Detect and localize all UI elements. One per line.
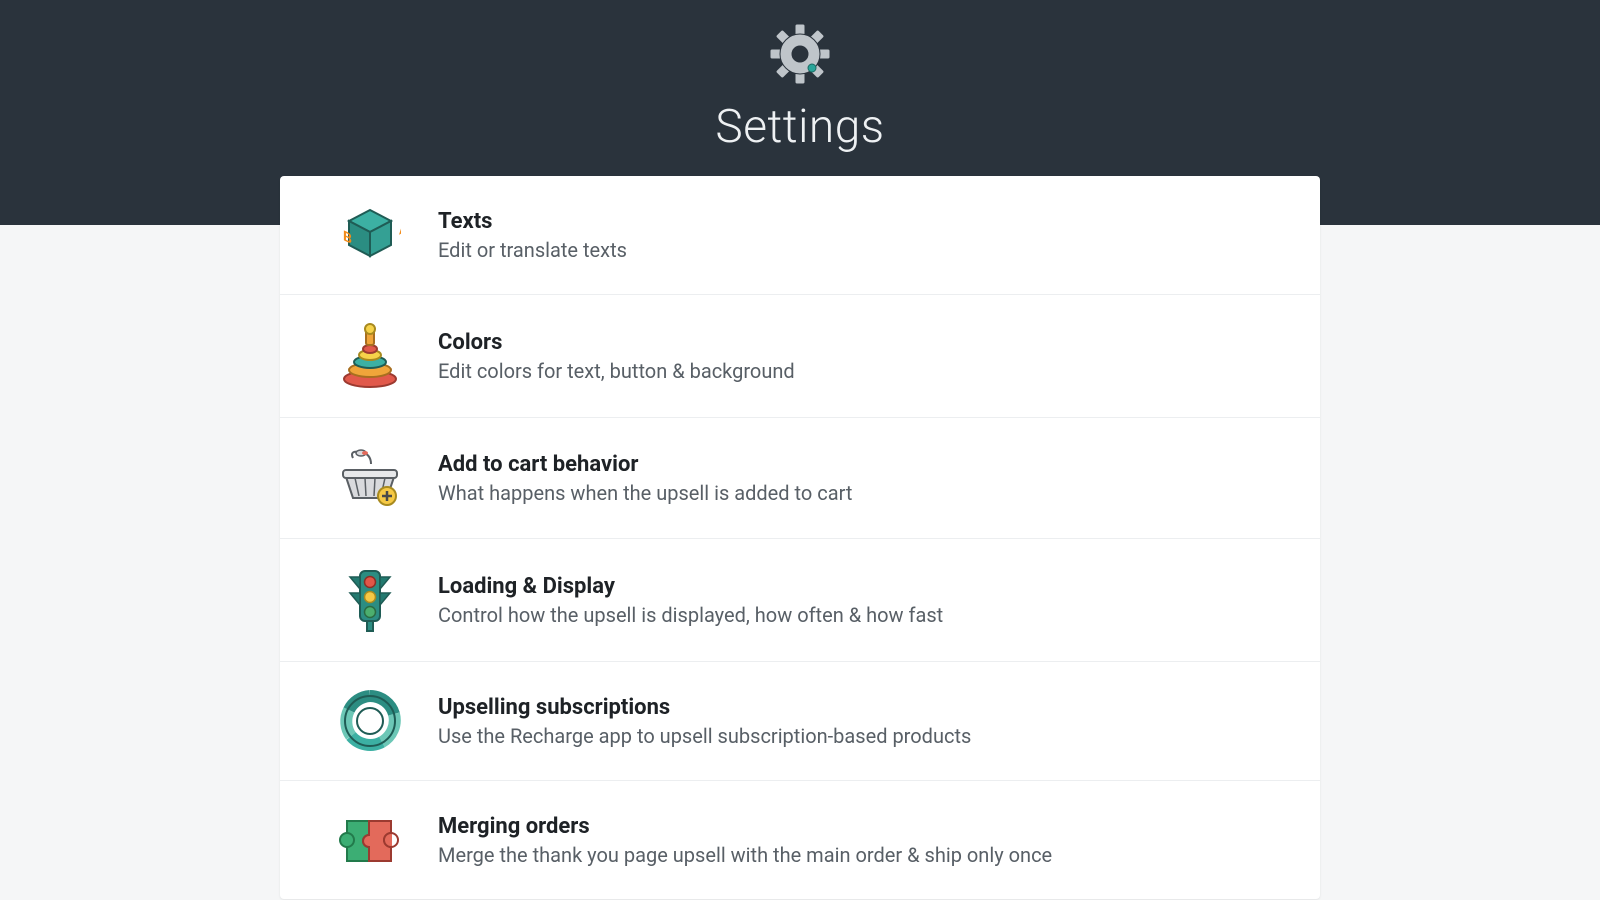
- item-desc: Edit colors for text, button & backgroun…: [438, 359, 1290, 383]
- item-title: Colors: [438, 330, 1290, 355]
- gear-icon: [768, 22, 832, 86]
- settings-item-text: Add to cart behavior What happens when t…: [430, 452, 1290, 505]
- settings-item-add-to-cart[interactable]: Add to cart behavior What happens when t…: [280, 418, 1320, 539]
- settings-item-texts[interactable]: B A Texts Edit or translate texts: [280, 176, 1320, 295]
- traffic-light-icon: [310, 567, 430, 633]
- item-title: Loading & Display: [438, 574, 1290, 599]
- svg-text:A: A: [399, 217, 401, 239]
- cycle-icon: [310, 690, 430, 752]
- settings-list: B A Texts Edit or translate texts Colors…: [280, 176, 1320, 899]
- item-desc: Control how the upsell is displayed, how…: [438, 603, 1290, 627]
- item-desc: What happens when the upsell is added to…: [438, 481, 1290, 505]
- item-title: Add to cart behavior: [438, 452, 1290, 477]
- settings-item-merging-orders[interactable]: Merging orders Merge the thank you page …: [280, 781, 1320, 899]
- settings-item-text: Colors Edit colors for text, button & ba…: [430, 330, 1290, 383]
- item-title: Texts: [438, 209, 1290, 234]
- settings-item-text: Upselling subscriptions Use the Recharge…: [430, 695, 1290, 748]
- settings-item-subscriptions[interactable]: Upselling subscriptions Use the Recharge…: [280, 662, 1320, 781]
- page-title: Settings: [715, 100, 884, 154]
- item-title: Upselling subscriptions: [438, 695, 1290, 720]
- settings-item-text: Merging orders Merge the thank you page …: [430, 814, 1290, 867]
- settings-item-loading-display[interactable]: Loading & Display Control how the upsell…: [280, 539, 1320, 662]
- item-desc: Edit or translate texts: [438, 238, 1290, 262]
- page-header: Settings: [0, 0, 1600, 154]
- settings-item-text: Loading & Display Control how the upsell…: [430, 574, 1290, 627]
- item-desc: Use the Recharge app to upsell subscript…: [438, 724, 1290, 748]
- settings-item-text: Texts Edit or translate texts: [430, 209, 1290, 262]
- basket-icon: [310, 446, 430, 510]
- svg-text:B: B: [343, 227, 352, 248]
- rings-icon: [310, 323, 430, 389]
- item-desc: Merge the thank you page upsell with the…: [438, 843, 1290, 867]
- item-title: Merging orders: [438, 814, 1290, 839]
- settings-item-colors[interactable]: Colors Edit colors for text, button & ba…: [280, 295, 1320, 418]
- puzzle-icon: [310, 809, 430, 871]
- blocks-icon: B A: [310, 204, 430, 266]
